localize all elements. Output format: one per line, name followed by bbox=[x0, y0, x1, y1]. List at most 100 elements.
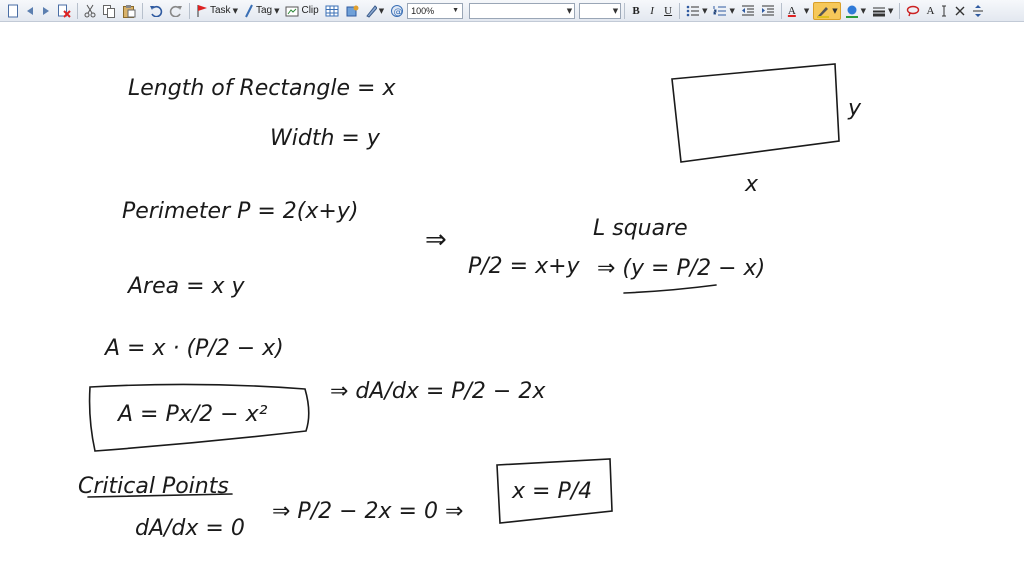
scissors-icon bbox=[84, 4, 96, 17]
indent-button[interactable] bbox=[759, 2, 777, 20]
insert-object-button[interactable] bbox=[343, 2, 361, 20]
color-ball-icon bbox=[845, 5, 858, 18]
delete-page-button[interactable] bbox=[55, 2, 73, 20]
insert-space-icon bbox=[973, 4, 984, 17]
separator bbox=[899, 2, 901, 19]
tag-button[interactable]: Tag ▼ bbox=[242, 2, 282, 20]
pencil-icon bbox=[365, 4, 377, 18]
line-weight-icon bbox=[873, 7, 886, 16]
bold-button[interactable]: B bbox=[629, 2, 643, 20]
separator bbox=[77, 2, 78, 19]
undo-icon bbox=[150, 5, 163, 17]
undo-button[interactable] bbox=[147, 2, 165, 20]
line-style-button[interactable]: ▼ bbox=[870, 2, 895, 20]
chevron-down-icon: ▼ bbox=[452, 7, 460, 14]
derivative-zero: dA/dx = 0 bbox=[135, 516, 245, 541]
task-button[interactable]: Task ▼ bbox=[194, 2, 240, 20]
chevron-down-icon: ▼ bbox=[378, 6, 385, 15]
underline-button[interactable]: U bbox=[661, 2, 675, 20]
numbered-list-button[interactable]: ▼ bbox=[711, 2, 736, 20]
redo-button[interactable] bbox=[167, 2, 185, 20]
chevron-down-icon: ▼ bbox=[803, 6, 810, 15]
formatting-toolbar: Task ▼ Tag ▼ Clip ▼ @ 100% ▼ ▼ ▼ B I U ▼ bbox=[0, 0, 1024, 22]
zoom-select[interactable]: 100% ▼ bbox=[407, 2, 464, 19]
close-icon bbox=[955, 6, 965, 15]
boxed-area-formula: A = Px/2 − x² bbox=[116, 402, 268, 427]
task-label: Task bbox=[210, 5, 231, 16]
copy-button[interactable] bbox=[100, 2, 118, 20]
text-cursor-icon bbox=[942, 5, 947, 16]
indent-icon bbox=[761, 5, 774, 15]
zoom-value: 100% bbox=[411, 5, 435, 16]
font-color-label: A bbox=[787, 4, 796, 17]
delete-page-icon bbox=[58, 4, 71, 18]
chevron-down-icon: ▼ bbox=[888, 6, 894, 15]
at-icon: @ bbox=[391, 4, 404, 17]
derivative-equation: ⇒ dA/dx = P/2 − 2x bbox=[330, 379, 546, 404]
width-line: Width = y bbox=[270, 126, 381, 151]
separator bbox=[679, 2, 681, 19]
table-icon bbox=[325, 5, 339, 16]
chevron-down-icon: ▼ bbox=[702, 6, 708, 15]
copy-icon bbox=[103, 4, 115, 18]
outdent-button[interactable] bbox=[739, 2, 757, 20]
insert-space-button[interactable] bbox=[970, 2, 986, 20]
rect-label-x: x bbox=[744, 172, 759, 197]
separator bbox=[624, 2, 626, 19]
link-button[interactable]: @ bbox=[388, 2, 406, 20]
pen-icon bbox=[245, 4, 253, 17]
chevron-down-icon: ▼ bbox=[566, 6, 573, 15]
aa-label: A bbox=[926, 4, 935, 17]
lasso-button[interactable] bbox=[904, 2, 922, 20]
bold-label: B bbox=[632, 4, 640, 17]
ink-drawing: Length of Rectangle = x Width = y Perime… bbox=[78, 63, 862, 541]
clip-button[interactable]: Clip bbox=[283, 2, 320, 20]
rectangle-sketch bbox=[671, 63, 840, 163]
italic-label: I bbox=[650, 4, 654, 17]
underline-stroke bbox=[623, 284, 717, 294]
a-expression: A = x · (P/2 − x) bbox=[103, 336, 284, 361]
clipboard-icon bbox=[123, 4, 136, 18]
cut-button[interactable] bbox=[82, 2, 98, 20]
chevron-down-icon: ▼ bbox=[832, 6, 838, 15]
bullet-list-button[interactable]: ▼ bbox=[684, 2, 709, 20]
bullet-list-icon bbox=[686, 5, 700, 16]
implies-y-equation: ⇒ (y = P/2 − x) bbox=[597, 256, 765, 281]
font-size-select[interactable]: ▼ bbox=[579, 2, 622, 19]
svg-text:@: @ bbox=[394, 7, 403, 17]
note-canvas[interactable]: Length of Rectangle = x Width = y Perime… bbox=[0, 23, 1024, 576]
p-half-equation: P/2 = x+y bbox=[468, 254, 581, 279]
font-family-select[interactable]: ▼ bbox=[469, 2, 576, 19]
outdent-icon bbox=[741, 5, 754, 15]
clip-label: Clip bbox=[301, 5, 319, 16]
table-button[interactable] bbox=[323, 2, 341, 20]
eraser-button[interactable] bbox=[952, 2, 968, 20]
highlighter-icon bbox=[817, 6, 830, 18]
lasso-icon bbox=[907, 5, 920, 16]
pen-color-button[interactable]: ▼ bbox=[843, 2, 868, 20]
new-page-button[interactable] bbox=[5, 2, 21, 20]
font-color-button[interactable]: A ▼ bbox=[786, 2, 811, 20]
separator bbox=[780, 2, 782, 19]
chevron-down-icon: ▼ bbox=[729, 6, 735, 15]
rect-label-y: y bbox=[847, 96, 862, 121]
arrow-right-icon bbox=[43, 6, 49, 15]
pen-tool-button[interactable]: ▼ bbox=[363, 2, 386, 20]
ink-to-text-button[interactable]: A bbox=[924, 2, 950, 20]
puzzle-icon bbox=[346, 5, 359, 16]
chevron-down-icon: ▼ bbox=[232, 6, 238, 15]
chevron-down-icon: ▼ bbox=[274, 6, 280, 15]
flag-icon bbox=[197, 4, 207, 17]
paste-button[interactable] bbox=[120, 2, 138, 20]
separator bbox=[189, 2, 190, 19]
highlighter-button[interactable]: ▼ bbox=[813, 1, 841, 20]
back-button[interactable] bbox=[23, 2, 37, 20]
forward-button[interactable] bbox=[39, 2, 53, 20]
solve-equation: ⇒ P/2 − 2x = 0 ⇒ bbox=[272, 499, 463, 524]
redo-icon bbox=[169, 5, 182, 17]
chevron-down-icon: ▼ bbox=[860, 6, 867, 15]
italic-button[interactable]: I bbox=[645, 2, 659, 20]
clip-icon bbox=[285, 6, 299, 16]
arrow-left-icon bbox=[27, 6, 33, 15]
perimeter-line: Perimeter P = 2(x+y) bbox=[122, 199, 358, 224]
